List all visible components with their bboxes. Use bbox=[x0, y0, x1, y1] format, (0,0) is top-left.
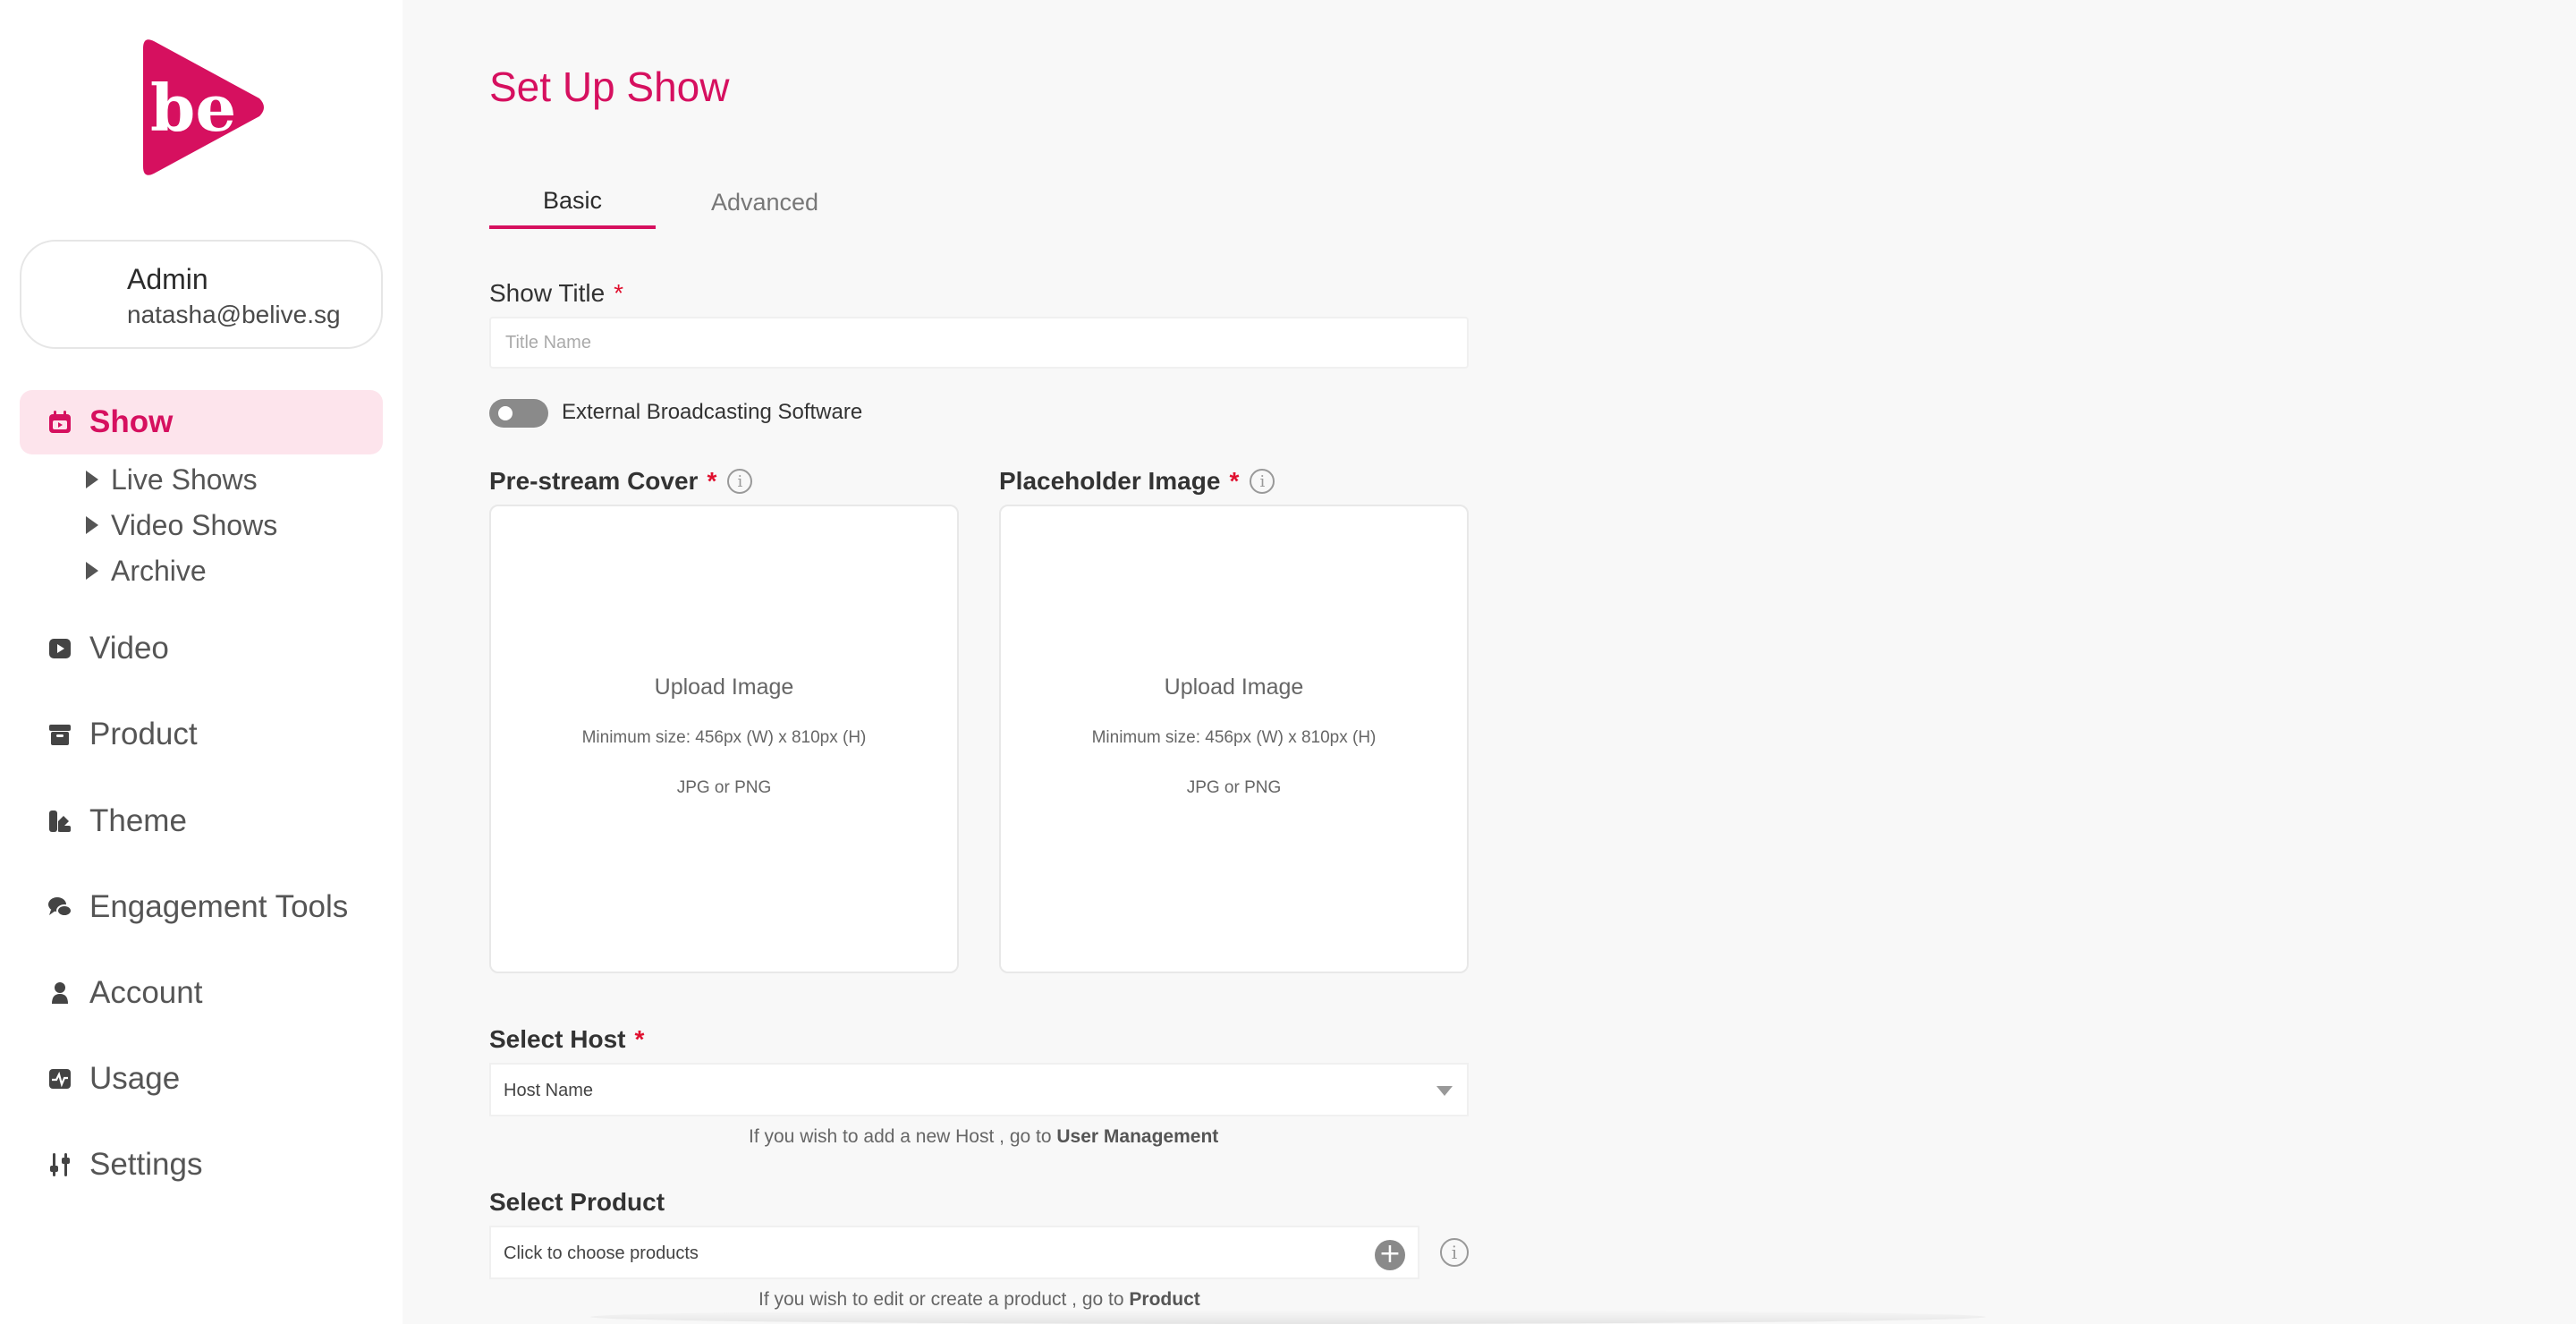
product-hint: If you wish to edit or create a product … bbox=[758, 1289, 1200, 1311]
user-icon bbox=[47, 980, 73, 1006]
sliders-icon bbox=[47, 1151, 73, 1178]
sidebar-item-usage[interactable]: Usage bbox=[20, 1047, 383, 1111]
select-host-label-text: Select Host bbox=[489, 1025, 626, 1053]
sidebar-item-label: Account bbox=[89, 975, 203, 1010]
sidebar-item-video[interactable]: Video bbox=[20, 616, 383, 681]
sidebar-item-label: Settings bbox=[89, 1147, 203, 1182]
user-management-link[interactable]: User Management bbox=[1056, 1126, 1218, 1147]
select-product-placeholder: Click to choose products bbox=[504, 1243, 699, 1263]
triangle-right-icon bbox=[86, 471, 98, 488]
upload-format: JPG or PNG bbox=[676, 778, 772, 797]
palette-icon bbox=[47, 808, 73, 835]
page-title: Set Up Show bbox=[489, 64, 730, 110]
external-broadcast-toggle[interactable] bbox=[489, 399, 548, 428]
sidebar-item-label: Show bbox=[89, 404, 174, 439]
sidebar-item-label: Product bbox=[89, 717, 198, 751]
play-icon bbox=[47, 635, 73, 662]
external-broadcast-label: External Broadcasting Software bbox=[562, 400, 863, 424]
select-host-dropdown[interactable]: Host Name bbox=[489, 1063, 1469, 1116]
prestream-cover-upload[interactable]: Upload Image Minimum size: 456px (W) x 8… bbox=[489, 505, 959, 973]
sidebar-subitem-label: Live Shows bbox=[111, 463, 258, 496]
sidebar-item-label: Video bbox=[89, 631, 169, 666]
svg-text:be: be bbox=[150, 70, 236, 146]
belive-logo[interactable]: be bbox=[134, 36, 268, 179]
placeholder-image-label-text: Placeholder Image bbox=[999, 467, 1221, 495]
prestream-cover-label: Pre-stream Cover * i bbox=[489, 467, 753, 496]
sidebar-item-account[interactable]: Account bbox=[20, 961, 383, 1025]
pulse-icon bbox=[47, 1065, 73, 1092]
show-title-input[interactable] bbox=[489, 317, 1469, 369]
host-hint: If you wish to add a new Host , go to Us… bbox=[749, 1126, 1218, 1148]
profile-card[interactable]: Admin natasha@belive.sg bbox=[20, 240, 383, 349]
upload-min-size: Minimum size: 456px (W) x 810px (H) bbox=[581, 728, 867, 747]
sidebar-item-show[interactable]: Show bbox=[20, 390, 383, 454]
sidebar-item-label: Usage bbox=[89, 1061, 181, 1096]
sidebar: be Admin natasha@belive.sg Show Live Sho… bbox=[0, 0, 402, 1324]
upload-title: Upload Image bbox=[654, 675, 794, 700]
prestream-cover-label-text: Pre-stream Cover bbox=[489, 467, 699, 495]
info-icon[interactable]: i bbox=[1250, 469, 1275, 494]
select-product-label: Select Product bbox=[489, 1188, 665, 1217]
triangle-right-icon bbox=[86, 562, 98, 580]
bottom-shadow bbox=[590, 1310, 1986, 1324]
required-mark: * bbox=[634, 1025, 645, 1053]
sidebar-item-label: Engagement Tools bbox=[89, 889, 349, 924]
sidebar-subitem-label: Archive bbox=[111, 554, 207, 587]
placeholder-image-upload[interactable]: Upload Image Minimum size: 456px (W) x 8… bbox=[999, 505, 1469, 973]
box-icon bbox=[47, 721, 73, 748]
product-link[interactable]: Product bbox=[1129, 1289, 1199, 1310]
sidebar-subitem-archive[interactable]: Archive bbox=[86, 551, 207, 590]
sidebar-item-theme[interactable]: Theme bbox=[20, 789, 383, 853]
sidebar-item-settings[interactable]: Settings bbox=[20, 1133, 383, 1197]
upload-title: Upload Image bbox=[1164, 675, 1304, 700]
add-product-icon[interactable]: + bbox=[1375, 1240, 1405, 1270]
chat-icon bbox=[47, 894, 73, 921]
required-mark: * bbox=[614, 279, 624, 307]
product-hint-text: If you wish to edit or create a product … bbox=[758, 1289, 1124, 1310]
triangle-right-icon bbox=[86, 516, 98, 534]
sidebar-item-engagement-tools[interactable]: Engagement Tools bbox=[20, 875, 383, 939]
toggle-knob bbox=[498, 406, 513, 420]
sidebar-subitem-video-shows[interactable]: Video Shows bbox=[86, 505, 277, 545]
tab-advanced[interactable]: Advanced bbox=[689, 175, 841, 229]
info-icon[interactable]: i bbox=[1440, 1238, 1469, 1267]
sidebar-item-label: Theme bbox=[89, 803, 187, 838]
select-product-label-text: Select Product bbox=[489, 1188, 665, 1216]
select-host-label: Select Host * bbox=[489, 1025, 644, 1054]
calendar-icon bbox=[47, 409, 73, 436]
placeholder-image-label: Placeholder Image * i bbox=[999, 467, 1275, 496]
upload-min-size: Minimum size: 456px (W) x 810px (H) bbox=[1091, 728, 1377, 747]
profile-role: Admin bbox=[127, 263, 208, 295]
required-mark: * bbox=[1229, 467, 1240, 495]
caret-down-icon bbox=[1436, 1086, 1453, 1096]
host-hint-text: If you wish to add a new Host , go to bbox=[749, 1126, 1052, 1147]
show-title-label-text: Show Title bbox=[489, 279, 606, 307]
info-icon[interactable]: i bbox=[727, 469, 753, 494]
required-mark: * bbox=[707, 467, 717, 495]
select-host-value: Host Name bbox=[504, 1081, 594, 1100]
sidebar-subitem-live-shows[interactable]: Live Shows bbox=[86, 460, 258, 499]
upload-format: JPG or PNG bbox=[1186, 778, 1282, 797]
sidebar-subitem-label: Video Shows bbox=[111, 508, 278, 541]
profile-email: natasha@belive.sg bbox=[127, 301, 341, 328]
tab-basic[interactable]: Basic bbox=[489, 175, 656, 229]
select-product-input[interactable]: Click to choose products + bbox=[489, 1226, 1419, 1279]
show-title-label: Show Title * bbox=[489, 279, 623, 308]
sidebar-item-product[interactable]: Product bbox=[20, 702, 383, 767]
